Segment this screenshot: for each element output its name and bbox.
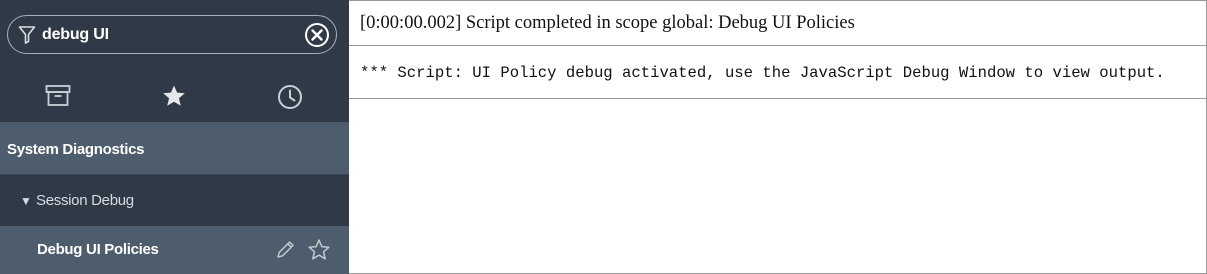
pencil-icon[interactable]	[274, 239, 296, 261]
expand-caret-icon[interactable]: ▼	[20, 194, 32, 208]
navigator-sidebar: System Diagnostics ▼ Session Debug Debug…	[0, 0, 349, 274]
filter-bar	[0, 0, 349, 70]
navigator-tabs	[0, 70, 349, 123]
nav-item-debug-ui-policies[interactable]: Debug UI Policies	[0, 226, 349, 274]
script-status-message: [0:00:00.002] Script completed in scope …	[360, 13, 855, 33]
tab-all-applications[interactable]	[0, 70, 116, 123]
nav-item-label: Session Debug	[36, 192, 134, 209]
divider	[349, 98, 1207, 99]
script-output-panel: [0:00:00.002] Script completed in scope …	[349, 0, 1207, 274]
divider	[349, 45, 1207, 46]
nav-item-label: Debug UI Policies	[37, 241, 159, 258]
star-icon	[163, 85, 185, 106]
tab-history[interactable]	[232, 70, 348, 123]
star-outline-icon[interactable]	[307, 238, 331, 262]
nav-item-session-debug[interactable]: ▼ Session Debug	[0, 176, 349, 226]
filter-field[interactable]	[7, 15, 337, 54]
clear-filter-icon[interactable]	[304, 22, 330, 48]
archive-icon	[45, 85, 71, 106]
clock-icon	[278, 85, 302, 109]
nav-item-system-diagnostics[interactable]: System Diagnostics	[0, 125, 349, 175]
funnel-icon	[18, 26, 36, 44]
nav-item-label: System Diagnostics	[7, 141, 145, 158]
filter-input[interactable]	[42, 24, 292, 46]
script-output-message: *** Script: UI Policy debug activated, u…	[360, 64, 1165, 82]
tab-favorites[interactable]	[116, 70, 232, 123]
